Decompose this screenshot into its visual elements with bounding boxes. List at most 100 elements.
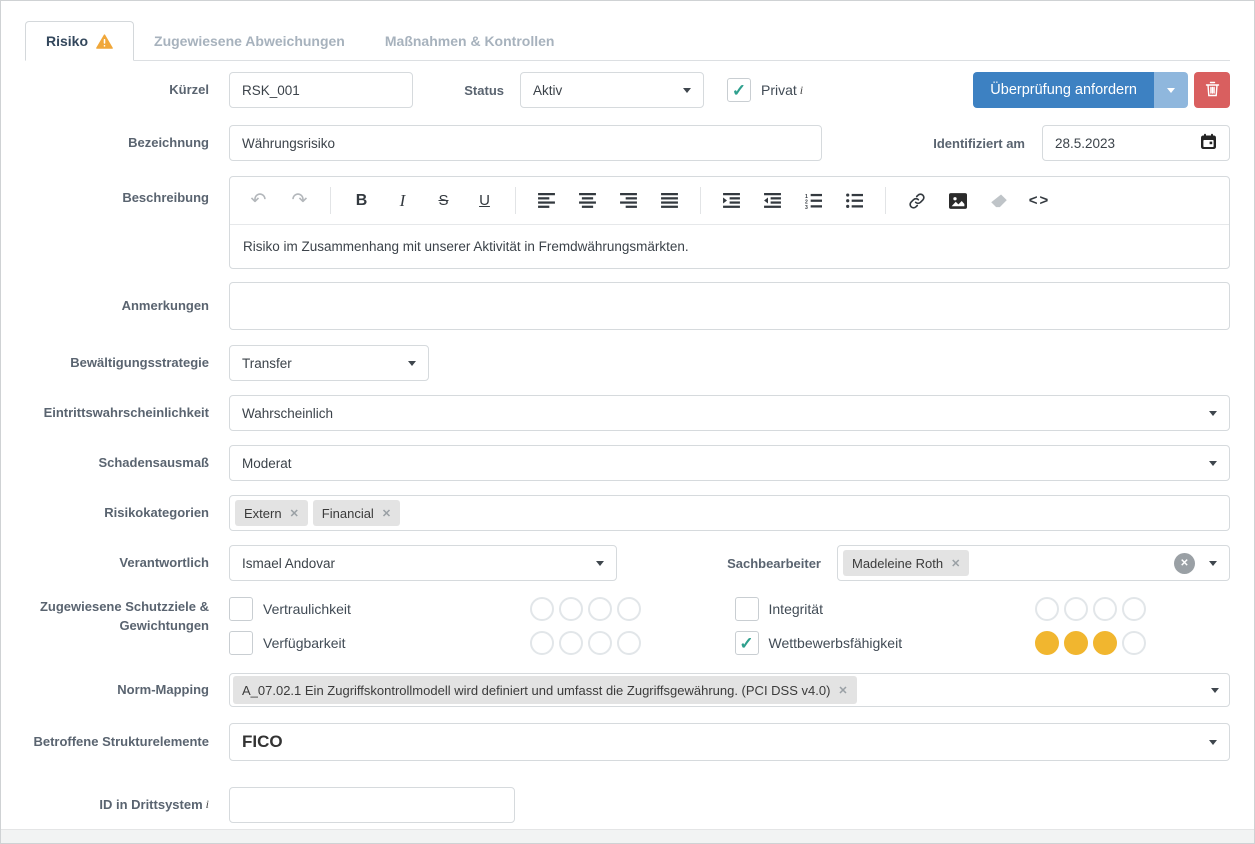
tag-financial: Financial ✕ (313, 500, 400, 526)
id-drittsystem-label: ID in Drittsystemi (25, 796, 209, 815)
indent-button[interactable] (719, 188, 745, 214)
eraser-button[interactable] (986, 188, 1012, 214)
trash-icon (1205, 81, 1220, 100)
norm-mapping-multiselect[interactable]: A_07.02.1 Ein Zugriffskontrollmodell wir… (229, 673, 1230, 707)
status-label: Status (413, 83, 520, 98)
weight-circle[interactable] (588, 631, 612, 655)
weight-circle[interactable] (588, 597, 612, 621)
tab-zugewiesene-abweichungen[interactable]: Zugewiesene Abweichungen (134, 21, 365, 60)
tab-massnahmen-kontrollen[interactable]: Maßnahmen & Kontrollen (365, 21, 575, 60)
verantwortlich-value: Ismael Andovar (242, 556, 335, 571)
delete-button[interactable] (1194, 72, 1230, 108)
weight-circle[interactable] (1093, 597, 1117, 621)
remove-tag-icon[interactable]: ✕ (951, 557, 960, 570)
tag-extern: Extern ✕ (235, 500, 308, 526)
align-center-button[interactable] (575, 188, 601, 214)
schadensausmass-select[interactable]: Moderat (229, 445, 1230, 481)
italic-button[interactable]: I (390, 188, 416, 214)
toolbar-divider (885, 187, 886, 214)
weight-circle[interactable] (1122, 597, 1146, 621)
chevron-down-icon (1209, 561, 1217, 566)
strikethrough-button[interactable]: S (431, 188, 457, 214)
eraser-icon (990, 193, 1008, 209)
identifiziert-am-date-input[interactable]: 28.5.2023 (1042, 125, 1230, 161)
eintrittswahrscheinlichkeit-select[interactable]: Wahrscheinlich (229, 395, 1230, 431)
anmerkungen-label: Anmerkungen (25, 297, 209, 316)
weight-circle[interactable] (1122, 631, 1146, 655)
weight-circle[interactable] (530, 631, 554, 655)
risikokategorien-multiselect[interactable]: Extern ✕ Financial ✕ (229, 495, 1230, 531)
toolbar-divider (330, 187, 331, 214)
redo-icon: ↷ (292, 189, 308, 212)
remove-tag-icon[interactable]: ✕ (290, 507, 299, 520)
bezeichnung-label: Bezeichnung (25, 134, 209, 153)
tag-label: Financial (322, 506, 374, 521)
image-button[interactable] (945, 188, 971, 214)
remove-tag-icon[interactable]: ✕ (382, 507, 391, 520)
bewaeltigungsstrategie-value: Transfer (242, 356, 292, 371)
tab-risiko-label: Risiko (46, 33, 88, 49)
weight-circle[interactable] (617, 631, 641, 655)
tag-label: Extern (244, 506, 282, 521)
privat-checkbox[interactable] (727, 78, 751, 102)
verfuegbarkeit-label: Verfügbarkeit (263, 635, 346, 651)
schadensausmass-value: Moderat (242, 456, 292, 471)
status-select[interactable]: Aktiv (520, 72, 704, 108)
outdent-button[interactable] (760, 188, 786, 214)
anmerkungen-textarea[interactable] (229, 282, 1230, 330)
tab-risiko[interactable]: Risiko (25, 21, 134, 61)
weight-circle[interactable] (1035, 597, 1059, 621)
align-justify-button[interactable] (657, 188, 683, 214)
link-button[interactable] (904, 188, 930, 214)
undo-button[interactable]: ↶ (246, 188, 272, 214)
ordered-list-button[interactable]: 123 (801, 188, 827, 214)
chevron-down-icon (596, 561, 604, 566)
weight-circle[interactable] (1035, 631, 1059, 655)
verfuegbarkeit-checkbox[interactable] (229, 631, 253, 655)
strukturelemente-select[interactable]: FICO (229, 723, 1230, 761)
align-left-button[interactable] (534, 188, 560, 214)
bezeichnung-input[interactable] (229, 125, 822, 161)
code-view-button[interactable]: <> (1027, 188, 1053, 214)
kuerzel-input[interactable] (229, 72, 413, 108)
tab-bar: Risiko Zugewiesene Abweichungen Maßnahme… (25, 21, 1230, 61)
strukturelemente-label: Betroffene Strukturelemente (25, 733, 209, 752)
integritaet-checkbox[interactable] (735, 597, 759, 621)
underline-button[interactable]: U (472, 188, 498, 214)
verantwortlich-label: Verantwortlich (25, 554, 209, 573)
sachbearbeiter-multiselect[interactable]: Madeleine Roth ✕ ✕ (837, 545, 1230, 581)
bewaeltigungsstrategie-select[interactable]: Transfer (229, 345, 429, 381)
request-review-button[interactable]: Überprüfung anfordern (973, 72, 1154, 108)
unordered-list-button[interactable] (842, 188, 868, 214)
indent-icon (723, 193, 740, 208)
calendar-icon[interactable] (1200, 133, 1217, 153)
schutzziele-grid: Vertraulichkeit Integrität Verfügbarkeit… (229, 595, 1230, 657)
wettbewerbsfaehigkeit-checkbox[interactable] (735, 631, 759, 655)
weight-circle[interactable] (530, 597, 554, 621)
schutzziel-verfuegbarkeit: Verfügbarkeit (229, 629, 725, 657)
weight-circle[interactable] (617, 597, 641, 621)
vertraulichkeit-checkbox[interactable] (229, 597, 253, 621)
tag-madeleine-roth: Madeleine Roth ✕ (843, 550, 969, 576)
weight-circle[interactable] (1064, 631, 1088, 655)
panel-footer (1, 829, 1254, 843)
weight-circle[interactable] (1064, 597, 1088, 621)
vertraulichkeit-weight (530, 597, 641, 621)
clear-selection-icon[interactable]: ✕ (1174, 553, 1195, 574)
align-right-icon (620, 193, 637, 208)
redo-button[interactable]: ↷ (287, 188, 313, 214)
svg-text:3: 3 (805, 204, 808, 208)
weight-circle[interactable] (559, 631, 583, 655)
review-split-caret-button[interactable] (1154, 72, 1188, 108)
beschreibung-text[interactable]: Risiko im Zusammenhang mit unserer Aktiv… (230, 225, 1229, 268)
tag-label: Madeleine Roth (852, 556, 943, 571)
weight-circle[interactable] (559, 597, 583, 621)
id-drittsystem-input[interactable] (229, 787, 515, 823)
info-icon: i (206, 796, 209, 813)
remove-tag-icon[interactable]: ✕ (838, 684, 847, 697)
align-right-button[interactable] (616, 188, 642, 214)
weight-circle[interactable] (1093, 631, 1117, 655)
verantwortlich-select[interactable]: Ismael Andovar (229, 545, 617, 581)
vertraulichkeit-label: Vertraulichkeit (263, 601, 351, 617)
bold-button[interactable]: B (349, 188, 375, 214)
